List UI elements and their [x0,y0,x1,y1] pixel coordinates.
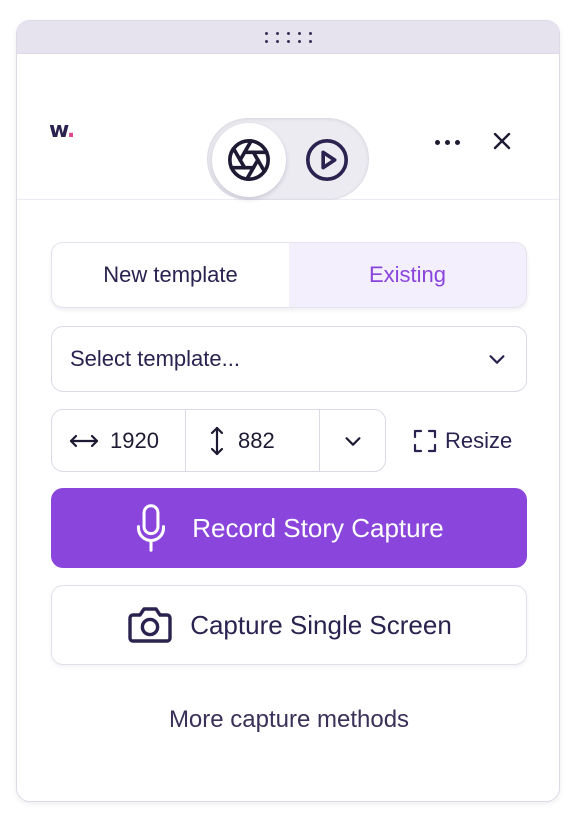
tab-new-template[interactable]: New template [52,243,289,307]
more-options-button[interactable] [427,128,467,156]
play-circle-icon [306,139,348,181]
drag-handle[interactable] [17,21,559,54]
template-tabs: New template Existing [51,242,527,308]
height-field[interactable]: 882 [186,410,320,471]
capture-single-screen-button[interactable]: Capture Single Screen [51,585,527,665]
frame-corners-icon [413,429,437,453]
chevron-down-icon [489,355,505,364]
chevron-down-icon [344,436,361,446]
video-mode-button[interactable] [290,123,364,197]
panel-header: w. [17,54,559,200]
template-select-placeholder: Select template... [70,346,240,371]
close-icon [493,132,511,150]
mode-toggle [207,118,369,200]
microphone-icon [137,504,166,552]
resize-button[interactable]: Resize [413,426,512,456]
template-select[interactable]: Select template... [51,326,527,392]
more-horizontal-icon [434,139,440,145]
single-capture-label: Capture Single Screen [190,609,452,640]
capture-panel: w. New template Existing Select template… [16,20,560,802]
close-button[interactable] [487,126,517,156]
app-logo: w. [49,118,75,143]
dimension-preset-dropdown[interactable] [320,410,385,471]
tab-existing[interactable]: Existing [289,243,526,307]
drag-dots-icon [264,31,312,43]
record-label: Record Story Capture [192,512,444,543]
screenshot-mode-button[interactable] [212,123,286,197]
width-value: 1920 [110,427,159,453]
more-capture-methods-link[interactable]: More capture methods [17,706,559,734]
aperture-icon [228,139,270,181]
vertical-arrows-icon [210,426,224,455]
camera-icon [128,607,172,643]
resize-label: Resize [445,428,513,453]
horizontal-arrows-icon [69,434,99,447]
width-field[interactable]: 1920 [52,410,186,471]
height-value: 882 [238,427,275,453]
record-story-capture-button[interactable]: Record Story Capture [51,488,527,568]
dimensions-control: 1920 882 [51,409,386,472]
